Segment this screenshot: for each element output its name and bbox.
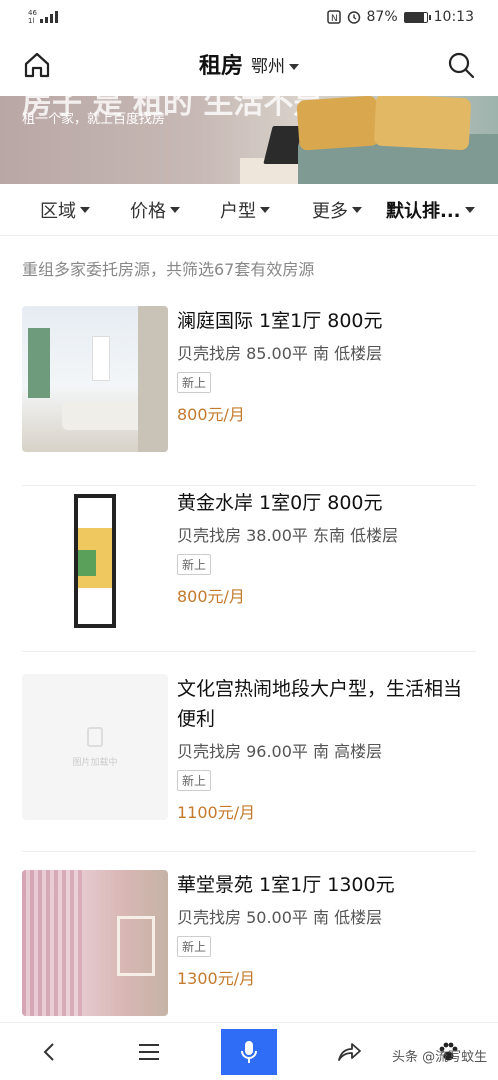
filter-region[interactable]: 区域 <box>40 184 90 236</box>
listing-photo[interactable] <box>22 870 168 1016</box>
filter-bar: 区域 价格 户型 更多 默认排... <box>0 184 498 236</box>
city-selector[interactable]: 鄂州 <box>251 52 299 77</box>
clock: 10:13 <box>433 9 474 25</box>
alarm-icon <box>347 11 360 24</box>
listing-meta: 贝壳找房 96.00平 南 高楼层 <box>177 742 383 761</box>
placeholder-text: 图片加载中 <box>72 757 118 768</box>
photo-detail <box>28 328 50 398</box>
status-left: 46 1l <box>28 9 58 25</box>
network-indicator: 46 1l <box>28 9 37 25</box>
menu-button[interactable] <box>121 1029 177 1075</box>
battery-percent: 87% <box>366 9 398 25</box>
listing-tag: 新上 <box>177 770 212 791</box>
listing-title: 澜庭国际 1室1厅 800元 <box>177 310 383 332</box>
signal-icon <box>39 11 58 23</box>
listing-item[interactable]: 澜庭国际 1室1厅 800元 贝壳找房 85.00平 南 低楼层 新上 800元… <box>22 306 476 486</box>
listing-title: 黄金水岸 1室0厅 800元 <box>177 492 383 514</box>
status-right: N 87% 10:13 <box>326 9 474 25</box>
listing-meta: 贝壳找房 38.00平 东南 低楼层 <box>177 526 399 545</box>
share-icon <box>337 1042 361 1061</box>
home-icon[interactable] <box>22 50 52 80</box>
floorplan-furniture <box>78 550 96 576</box>
listing-info: 澜庭国际 1室1厅 800元 贝壳找房 85.00平 南 低楼层 新上 800元… <box>177 306 477 425</box>
filter-layout[interactable]: 户型 <box>220 184 270 236</box>
listing-photo-placeholder[interactable]: 图片加载中 <box>22 674 168 820</box>
listing-tag: 新上 <box>177 936 212 957</box>
filter-label: 默认排... <box>386 200 461 222</box>
network-sub: 1l <box>28 17 35 25</box>
chevron-down-icon <box>464 206 475 213</box>
listing-tag: 新上 <box>177 554 212 575</box>
filter-label: 区域 <box>40 200 76 222</box>
battery-icon <box>403 11 431 23</box>
listing-meta: 贝壳找房 85.00平 南 低楼层 <box>177 344 383 363</box>
page-title: 租房 <box>198 54 243 79</box>
listing-item[interactable]: 黄金水岸 1室0厅 800元 贝壳找房 38.00平 东南 低楼层 新上 800… <box>22 488 476 652</box>
listing-title: 華堂景苑 1室1厅 1300元 <box>177 874 395 896</box>
listing-photo[interactable] <box>22 306 168 452</box>
photo-detail <box>117 916 155 976</box>
listing-tag: 新上 <box>177 372 212 393</box>
listing-info: 黄金水岸 1室0厅 800元 贝壳找房 38.00平 东南 低楼层 新上 800… <box>177 488 477 607</box>
mic-icon <box>240 1040 257 1063</box>
banner-subtitle: 租一个家，就上百度找房 <box>22 112 166 127</box>
filter-price[interactable]: 价格 <box>130 184 180 236</box>
voice-search-button[interactable] <box>220 1028 277 1075</box>
chevron-down-icon <box>260 206 270 213</box>
chevron-down-icon <box>170 206 180 213</box>
listing-meta: 贝壳找房 50.00平 南 低楼层 <box>177 908 383 927</box>
menu-icon <box>139 1043 160 1060</box>
watermark: 头条 @流写蚊生 <box>392 1050 488 1065</box>
banner-decor-pillow <box>296 96 380 151</box>
photo-detail <box>138 306 168 452</box>
chevron-down-icon <box>352 206 362 213</box>
listing-info: 文化宫热闹地段大户型，生活相当便利 贝壳找房 96.00平 南 高楼层 新上 1… <box>177 674 477 823</box>
listing-title: 文化宫热闹地段大户型，生活相当便利 <box>177 678 463 730</box>
share-button[interactable] <box>321 1029 377 1075</box>
promo-banner[interactable]: 房子 是 租的 生活不是 租一个家，就上百度找房 <box>0 96 498 184</box>
listing-price: 800元/月 <box>177 587 245 606</box>
filter-label: 更多 <box>312 200 348 222</box>
filter-more[interactable]: 更多 <box>312 184 362 236</box>
listing-price: 1300元/月 <box>177 969 256 988</box>
photo-detail <box>22 870 82 1016</box>
top-nav-bar: 租房 鄂州 <box>0 34 498 94</box>
photo-detail <box>92 336 110 381</box>
listing-photo[interactable] <box>22 488 168 634</box>
listing-item[interactable]: 華堂景苑 1室1厅 1300元 贝壳找房 50.00平 南 低楼层 新上 130… <box>22 870 476 1020</box>
result-summary: 重组多家委托房源，共筛选67套有效房源 <box>22 260 315 279</box>
search-icon[interactable] <box>446 50 476 80</box>
back-button[interactable] <box>22 1029 78 1075</box>
nfc-icon: N <box>326 10 341 24</box>
listing-info: 華堂景苑 1室1厅 1300元 贝壳找房 50.00平 南 低楼层 新上 130… <box>177 870 477 989</box>
listing-item[interactable]: 图片加载中 文化宫热闹地段大户型，生活相当便利 贝壳找房 96.00平 南 高楼… <box>22 674 476 852</box>
listing-price: 1100元/月 <box>177 803 256 822</box>
back-icon <box>43 1042 54 1061</box>
chevron-down-icon <box>80 206 90 213</box>
page-title-group[interactable]: 租房 鄂州 <box>199 48 299 80</box>
svg-text:N: N <box>331 14 338 24</box>
image-placeholder-icon <box>87 726 103 747</box>
listing-price: 800元/月 <box>177 405 245 424</box>
filter-label: 价格 <box>130 200 166 222</box>
banner-decor-pillow <box>373 96 472 151</box>
filter-label: 户型 <box>220 200 256 222</box>
network-type: 46 <box>28 9 37 17</box>
chevron-down-icon <box>289 63 299 70</box>
battery-fill <box>404 12 424 22</box>
city-label: 鄂州 <box>251 56 285 77</box>
status-bar: 46 1l N 87% 10:13 <box>0 0 498 34</box>
filter-sort[interactable]: 默认排... <box>386 184 475 236</box>
